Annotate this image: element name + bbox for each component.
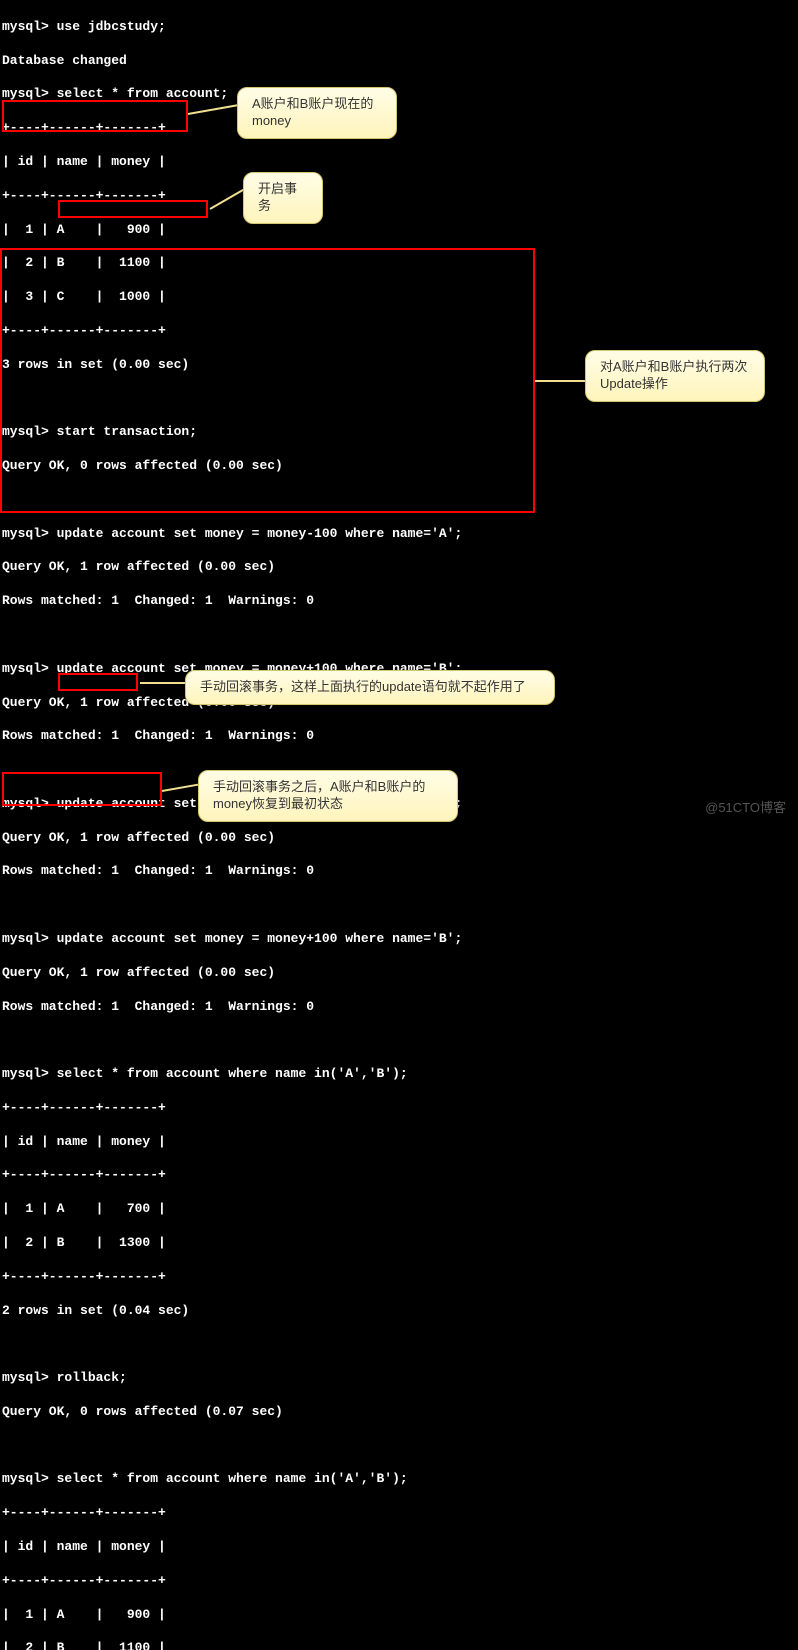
- line: | 1 | A | 900 |: [2, 1607, 796, 1624]
- line: | id | name | money |: [2, 154, 796, 171]
- callout-text: 手动回滚事务之后，A账户和B账户的money恢复到最初状态: [213, 779, 425, 811]
- line: Rows matched: 1 Changed: 1 Warnings: 0: [2, 728, 796, 745]
- line: [2, 1336, 796, 1353]
- callout-text: 开启事务: [258, 181, 297, 213]
- line: | 1 | A | 700 |: [2, 1201, 796, 1218]
- callout-text: 对A账户和B账户执行两次Update操作: [600, 359, 747, 391]
- line: +----+------+-------+: [2, 1269, 796, 1286]
- callout-initial-money: A账户和B账户现在的money: [237, 87, 397, 139]
- line: mysql> use jdbcstudy;: [2, 19, 796, 36]
- callout-text: A账户和B账户现在的money: [252, 96, 373, 128]
- line: | 1 | A | 900 |: [2, 222, 796, 239]
- line: Query OK, 1 row affected (0.00 sec): [2, 965, 796, 982]
- callout-rollback: 手动回滚事务，这样上面执行的update语句就不起作用了: [185, 670, 555, 705]
- callout-updates: 对A账户和B账户执行两次Update操作: [585, 350, 765, 402]
- line: | id | name | money |: [2, 1134, 796, 1151]
- highlight-updates: [0, 248, 535, 513]
- line: +----+------+-------+: [2, 1505, 796, 1522]
- line: [2, 1032, 796, 1049]
- line: | 2 | B | 1300 |: [2, 1235, 796, 1252]
- line: [2, 1438, 796, 1455]
- line: Query OK, 0 rows affected (0.07 sec): [2, 1404, 796, 1421]
- highlight-money-final: [2, 772, 162, 806]
- callout-start-transaction: 开启事务: [243, 172, 323, 224]
- line: 2 rows in set (0.04 sec): [2, 1303, 796, 1320]
- line: [2, 897, 796, 914]
- line: Query OK, 1 row affected (0.00 sec): [2, 559, 796, 576]
- callout-line: [535, 380, 585, 382]
- callout-final-money: 手动回滚事务之后，A账户和B账户的money恢复到最初状态: [198, 770, 458, 822]
- highlight-rollback: [58, 673, 138, 691]
- line: Rows matched: 1 Changed: 1 Warnings: 0: [2, 863, 796, 880]
- line: Query OK, 1 row affected (0.00 sec): [2, 830, 796, 847]
- line: +----+------+-------+: [2, 1573, 796, 1590]
- line: | 2 | B | 1100 |: [2, 1640, 796, 1650]
- callout-text: 手动回滚事务，这样上面执行的update语句就不起作用了: [200, 679, 526, 694]
- line: mysql> update account set money = money+…: [2, 931, 796, 948]
- line: mysql> rollback;: [2, 1370, 796, 1387]
- line: Rows matched: 1 Changed: 1 Warnings: 0: [2, 593, 796, 610]
- line: +----+------+-------+: [2, 1100, 796, 1117]
- line: mysql> update account set money = money-…: [2, 526, 796, 543]
- line: mysql> select * from account where name …: [2, 1066, 796, 1083]
- line: Rows matched: 1 Changed: 1 Warnings: 0: [2, 999, 796, 1016]
- line: Database changed: [2, 53, 796, 70]
- line: +----+------+-------+: [2, 1167, 796, 1184]
- line: | id | name | money |: [2, 1539, 796, 1556]
- highlight-money-initial: [2, 100, 188, 132]
- line: mysql> select * from account where name …: [2, 1471, 796, 1488]
- highlight-start-transaction: [58, 200, 208, 218]
- watermark: @51CTO博客: [705, 800, 786, 817]
- callout-line: [140, 682, 190, 684]
- line: [2, 627, 796, 644]
